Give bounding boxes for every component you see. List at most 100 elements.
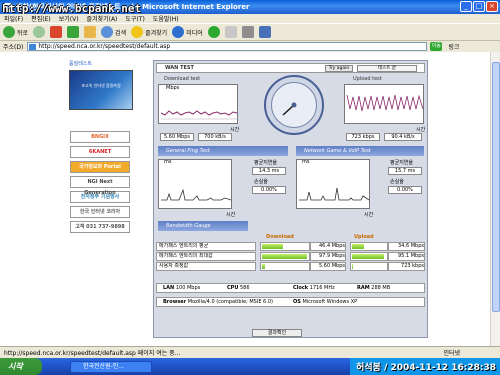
menu-help[interactable]: 도움말(H) (153, 14, 179, 23)
go-button[interactable]: 이동 (430, 42, 443, 51)
media-icon (172, 26, 185, 38)
gauge-row-label: 메가패스 엔트리의 평균 (156, 242, 256, 251)
download-col-header: Download (266, 234, 294, 240)
download-mbps: 5.60 Mbps (160, 133, 194, 141)
upload-bar-fill (352, 254, 385, 259)
upload-graph (346, 94, 424, 112)
download-value: 5.60 Mbps (310, 262, 346, 271)
end-test-button[interactable]: 테스트 끝 (357, 65, 417, 72)
zone-label: 인터넷 (443, 350, 460, 357)
system-tray: 허석봉 / 2004-11-12 16:28:38 (350, 358, 500, 375)
upload-bar-fill (352, 264, 353, 269)
test-header: WAN TEST Try again 테스트 끝 (156, 63, 425, 73)
upload-chart (344, 84, 424, 124)
cpu-info: CPU 586 (227, 285, 250, 291)
ping-graph (161, 188, 232, 201)
forward-arrow-icon[interactable] (33, 26, 46, 38)
download-bar (260, 252, 310, 261)
scrollbar-thumb[interactable] (492, 62, 500, 312)
address-label: 주소(D) (3, 44, 24, 51)
back-button[interactable]: 뒤로 (3, 26, 28, 38)
menu-edit[interactable]: 편집(E) (31, 14, 51, 23)
toolbar: 뒤로 검색 즐겨찾기 미디어 (0, 23, 500, 41)
speed-gauge (264, 75, 324, 135)
download-bar-fill (262, 264, 265, 269)
favorites-button[interactable]: 즐겨찾기 (131, 26, 167, 38)
banner-ngi[interactable]: NGI Next Generation (70, 176, 130, 196)
upload-kbs: 90.4 kB/s (384, 133, 422, 141)
download-time-label: 시간 (230, 127, 240, 133)
banner-bngix[interactable]: BNGIX (70, 131, 130, 143)
game-loss: 0.00% (388, 186, 422, 194)
download-bar (260, 262, 310, 271)
minimize-button[interactable]: _ (460, 1, 472, 12)
tray-overlay-text: 허석봉 / 2004-11-12 16:28:38 (356, 363, 496, 373)
game-graph (299, 187, 370, 201)
menu-bar: 파일(F) 편집(E) 보기(V) 즐겨찾기(A) 도구(T) 도움말(H) (0, 14, 500, 23)
ping-test-bar: General Ping Test (158, 146, 288, 156)
page-icon (29, 44, 37, 50)
download-kbs: 700 kB/s (198, 133, 232, 141)
gauge-row: 사용자 측정값 5.60 Mbps 723 kbps (156, 262, 425, 271)
upload-bar-fill (352, 244, 364, 249)
clock-info: Clock 1716 MHz (293, 285, 335, 291)
banner-6kanet[interactable]: 6KANET (70, 146, 130, 158)
upload-value: 723 kbps (388, 262, 425, 271)
os-info: OS Microsoft Windows XP (293, 299, 358, 305)
status-bar: http://speed.nca.or.kr/speedtest/default… (0, 346, 500, 358)
maximize-button[interactable]: □ (473, 1, 485, 12)
refresh-icon[interactable] (67, 26, 80, 38)
upload-bar (350, 262, 388, 271)
confirm-result-button[interactable]: 결과확인 (252, 329, 302, 337)
upload-value: 34.6 Mbps (388, 242, 425, 251)
nav-header: 품질테스트 (69, 61, 93, 67)
print-icon[interactable] (241, 26, 254, 38)
edit-icon[interactable] (258, 26, 271, 38)
start-button[interactable]: 시작 (0, 358, 42, 375)
search-button[interactable]: 검색 (101, 26, 126, 38)
upload-time-label: 시간 (416, 127, 426, 133)
stop-icon[interactable] (50, 26, 63, 38)
upload-bar (350, 252, 388, 261)
page-content: 품질테스트 초고속 인터넷 품질측정 BNGIX 6KANET 국가정보화 Po… (0, 52, 490, 346)
try-again-button[interactable]: Try again (325, 65, 353, 72)
ping-time-label: 시간 (226, 212, 236, 218)
ping-latency: 14.3 ms (252, 167, 286, 175)
links-label[interactable]: 링크 (448, 42, 459, 51)
status-text: http://speed.nca.or.kr/speedtest/default… (4, 350, 181, 357)
upload-bar (350, 242, 388, 251)
gauge-needle (282, 102, 297, 116)
history-icon[interactable] (207, 26, 220, 38)
star-icon (131, 26, 144, 38)
close-button[interactable]: × (486, 1, 498, 12)
menu-view[interactable]: 보기(V) (59, 14, 79, 23)
mail-icon[interactable] (224, 26, 237, 38)
media-button[interactable]: 미디어 (172, 26, 203, 38)
menu-favorites[interactable]: 즐겨찾기(A) (87, 14, 118, 23)
banner-egov[interactable]: 전자정부 기념행사 (70, 191, 130, 203)
address-input[interactable]: http://speed.nca.or.kr/speedtest/default… (27, 42, 428, 51)
back-arrow-icon (3, 26, 15, 38)
menu-file[interactable]: 파일(F) (4, 14, 23, 23)
banner-korea[interactable]: 한국 인터넷 코리아 (70, 206, 130, 218)
promo-banner[interactable]: 초고속 인터넷 품질측정 (69, 70, 133, 110)
gauge-row-label: 메가패스 엔트리의 최대값 (156, 252, 256, 261)
ping-chart (158, 159, 232, 209)
ping-loss: 0.00% (252, 186, 286, 194)
download-value: 97.9 Mbps (310, 252, 346, 261)
download-title: Download test (164, 76, 201, 82)
banner-portal[interactable]: 국가정보화 Portal (70, 161, 130, 173)
home-icon[interactable] (84, 26, 97, 38)
menu-tools[interactable]: 도구(T) (125, 14, 144, 23)
tab-wan-test[interactable]: WAN TEST (165, 65, 194, 71)
upload-title: Upload test (353, 76, 382, 82)
upload-col-header: Upload (354, 234, 374, 240)
ping-latency-label: 평균지연율 (254, 160, 278, 166)
vertical-scrollbar[interactable] (490, 52, 500, 346)
taskbar-ie-window[interactable]: 한국전산원-인... (70, 360, 152, 373)
download-value: 46.4 Mbps (310, 242, 346, 251)
banner-phone[interactable]: 고객 031 737-9898 (70, 221, 130, 233)
game-ms-unit: ms (302, 159, 310, 165)
search-icon (101, 26, 114, 38)
upload-value: 95.1 Mbps (388, 252, 425, 261)
